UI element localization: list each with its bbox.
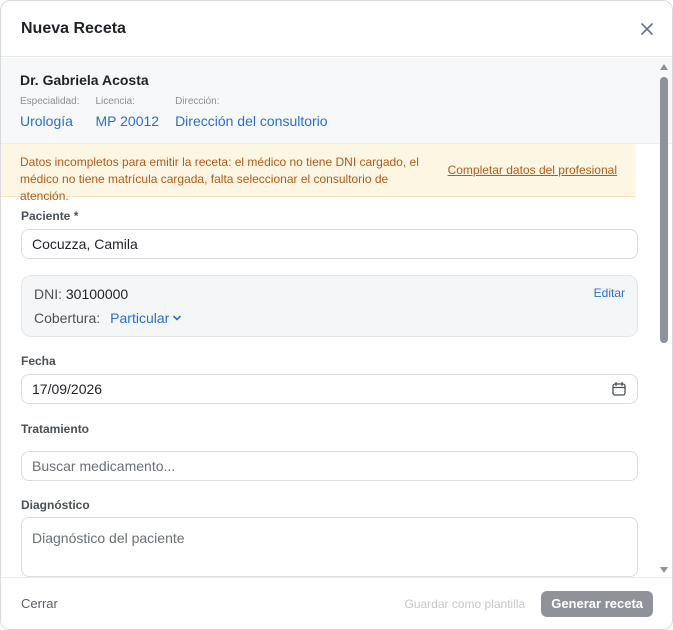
specialty-value[interactable]: Urología	[20, 113, 79, 129]
scroll-up-arrow-icon[interactable]	[660, 64, 668, 70]
patient-value: Cocuzza, Camila	[32, 236, 138, 252]
prescription-form: Paciente * Cocuzza, Camila DNI: 30100000…	[21, 209, 638, 577]
diagnosis-placeholder: Diagnóstico del paciente	[32, 530, 185, 546]
specialty-label: Especialidad:	[20, 96, 80, 107]
doctor-info: Dr. Gabriela Acosta Especialidad: Urolog…	[1, 58, 672, 144]
address-value[interactable]: Dirección del consultorio	[175, 113, 328, 129]
patient-coverage: Cobertura: Particular	[34, 310, 625, 326]
date-value: 17/09/2026	[32, 381, 103, 397]
modal-title: Nueva Receta	[21, 19, 126, 37]
patient-dni: DNI: 30100000	[34, 286, 625, 302]
scroll-down-arrow-icon[interactable]	[660, 567, 668, 573]
edit-patient-button[interactable]: Editar	[594, 286, 625, 300]
license-label: Licencia:	[95, 96, 135, 107]
chevron-down-icon	[173, 315, 182, 321]
doctor-name: Dr. Gabriela Acosta	[20, 72, 149, 88]
treatment-label: Tratamiento	[21, 422, 90, 436]
close-button[interactable]: Cerrar	[21, 596, 58, 611]
date-label: Fecha	[21, 354, 56, 368]
coverage-label: Cobertura:	[34, 310, 101, 326]
patient-label: Paciente *	[21, 209, 79, 223]
dni-value: 30100000	[65, 286, 129, 302]
coverage-value: Particular	[110, 310, 170, 326]
warning-text: Datos incompletos para emitir la receta:…	[20, 155, 419, 203]
incomplete-data-warning: Datos incompletos para emitir la receta:…	[1, 144, 636, 203]
medication-search-input[interactable]: Buscar medicamento...	[21, 451, 638, 481]
patient-details: DNI: 30100000 Editar Cobertura: Particul…	[21, 275, 638, 337]
address-label: Dirección:	[175, 96, 220, 107]
modal-header: Nueva Receta	[1, 1, 672, 57]
complete-profile-link[interactable]: Completar datos del profesional	[448, 163, 617, 196]
modal-footer: Cerrar Guardar como plantilla Generar re…	[1, 577, 672, 629]
dni-label: DNI:	[34, 286, 62, 302]
new-prescription-modal: Nueva Receta Dr. Gabriela Acosta Especia…	[0, 0, 673, 630]
save-template-button[interactable]: Guardar como plantilla	[404, 597, 525, 611]
patient-input[interactable]: Cocuzza, Camila	[21, 229, 638, 259]
doctor-specialty: Especialidad: Urología	[20, 96, 79, 129]
doctor-license: Licencia: MP 20012	[95, 96, 159, 129]
doctor-address: Dirección: Dirección del consultorio	[175, 96, 328, 129]
close-icon[interactable]	[638, 20, 656, 38]
coverage-select[interactable]: Particular	[110, 310, 182, 326]
modal-body[interactable]: Dr. Gabriela Acosta Especialidad: Urolog…	[1, 58, 672, 577]
license-value[interactable]: MP 20012	[95, 113, 159, 129]
medication-search-placeholder: Buscar medicamento...	[32, 458, 176, 474]
date-input[interactable]: 17/09/2026	[21, 374, 638, 404]
generate-prescription-button[interactable]: Generar receta	[541, 590, 653, 617]
scrollbar[interactable]	[659, 61, 669, 576]
scrollbar-thumb[interactable]	[660, 77, 668, 343]
diagnosis-textarea[interactable]: Diagnóstico del paciente	[21, 517, 638, 577]
calendar-icon[interactable]	[611, 381, 627, 397]
diagnosis-label: Diagnóstico	[21, 498, 90, 512]
